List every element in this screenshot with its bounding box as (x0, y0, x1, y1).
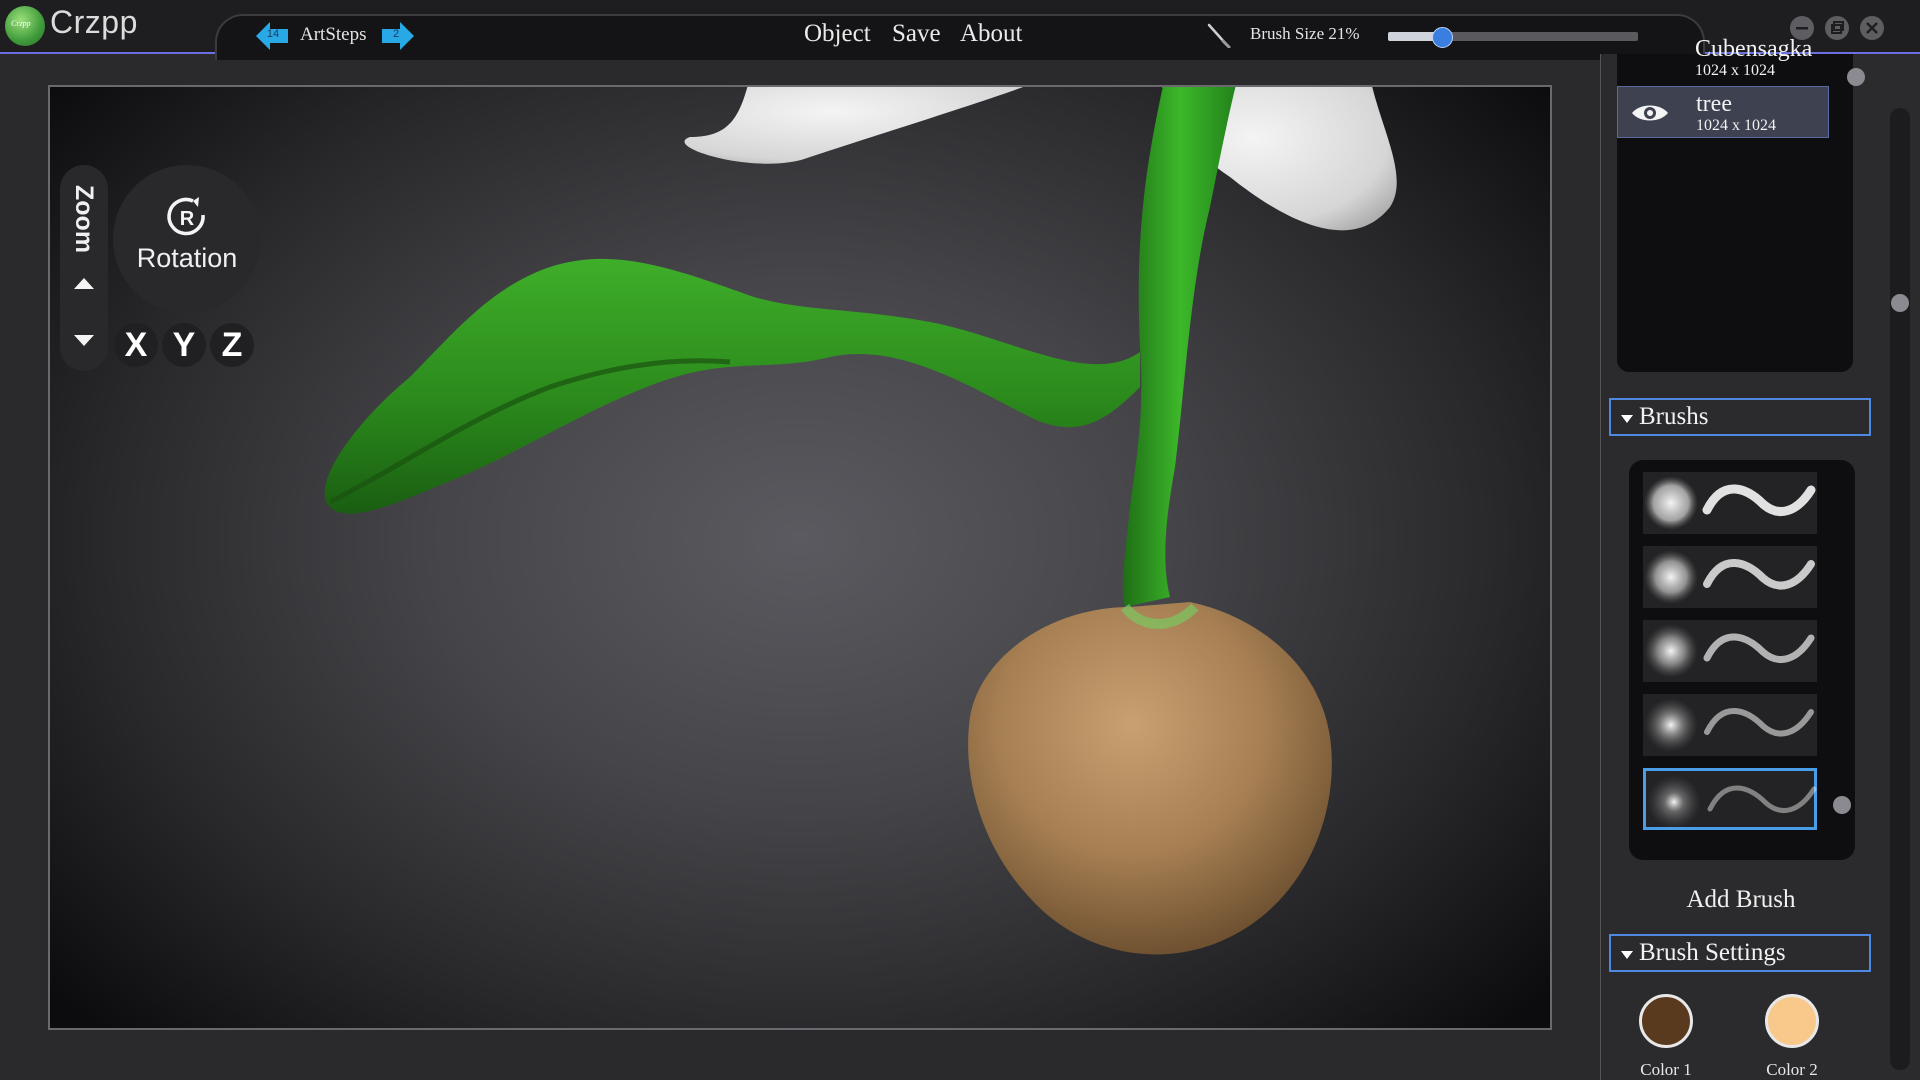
axis-x-button[interactable]: X (114, 323, 158, 367)
eye-icon[interactable] (1630, 101, 1670, 125)
3d-viewport[interactable]: Zoom R Rotation X Y Z (48, 85, 1552, 1030)
rotate-icon-letter: R (180, 208, 195, 230)
panel-scroll-thumb[interactable] (1891, 294, 1909, 312)
close-icon[interactable] (1860, 16, 1884, 40)
caret-down-icon (1621, 415, 1633, 423)
zoom-in-arrow-icon[interactable] (72, 275, 96, 293)
forward-arrow-icon[interactable]: 2 (382, 22, 414, 50)
menu-save[interactable]: Save (892, 20, 941, 48)
brush-settings-label: Brush Settings (1639, 939, 1786, 966)
brush-size-slider-thumb[interactable] (1431, 27, 1453, 48)
axis-y-button[interactable]: Y (162, 323, 206, 367)
rotation-button[interactable]: R Rotation (113, 165, 261, 313)
rotation-label: Rotation (136, 243, 238, 273)
caret-down-icon (1621, 951, 1633, 959)
brushes-section-label: Brushs (1639, 403, 1709, 430)
color-1-label: Color 1 (1640, 1060, 1692, 1079)
zoom-label: Zoom (70, 184, 98, 254)
layer-name: Cubensagka (1695, 36, 1813, 62)
panel-scrollbar[interactable] (1890, 108, 1910, 1070)
app-title: Crzpp (50, 4, 138, 40)
brush-size-slider[interactable] (1388, 27, 1638, 48)
brush-preset-1[interactable] (1643, 472, 1817, 534)
brush-size-label: Brush Size 21% (1250, 24, 1360, 43)
maximize-icon[interactable] (1825, 16, 1849, 40)
zoom-control: Zoom (60, 165, 108, 371)
layer-size: 1024 x 1024 (1696, 117, 1776, 134)
brush-list-scroll-thumb[interactable] (1833, 796, 1851, 814)
color-2-label: Color 2 (1766, 1060, 1818, 1079)
rotate-icon: R (167, 197, 205, 236)
right-panel: Cubensagka 1024 x 1024 tree 1024 x 1024 … (1600, 36, 1920, 1080)
back-arrow-icon[interactable]: 14 (256, 22, 288, 50)
layer-name: tree (1696, 91, 1732, 117)
zoom-out-arrow-icon[interactable] (72, 331, 96, 349)
brush-preset-4[interactable] (1643, 694, 1817, 756)
plant-model-render (324, 87, 1397, 955)
layers-scroll-thumb[interactable] (1847, 68, 1865, 86)
layer-item[interactable]: tree 1024 x 1024 (1617, 86, 1829, 138)
brush-preset-5[interactable] (1643, 768, 1817, 830)
brush-icon (1207, 23, 1231, 48)
brush-preset-2[interactable] (1643, 546, 1817, 608)
artsteps-label: ArtSteps (300, 24, 367, 45)
brush-settings-section-header[interactable]: Brush Settings (1609, 934, 1871, 972)
axis-z-button[interactable]: Z (210, 323, 254, 367)
menu-object[interactable]: Object (804, 20, 871, 48)
color-1-swatch[interactable] (1639, 994, 1693, 1048)
forward-count: 2 (392, 28, 400, 40)
color-2-swatch[interactable] (1765, 994, 1819, 1048)
layers-list[interactable]: Cubensagka 1024 x 1024 tree 1024 x 1024 (1617, 36, 1865, 372)
brush-preset-3[interactable] (1643, 620, 1817, 682)
app-logo-icon (5, 6, 45, 46)
brush-list[interactable] (1629, 460, 1855, 860)
add-brush-button[interactable]: Add Brush (1601, 886, 1881, 914)
menu-about[interactable]: About (960, 20, 1023, 48)
back-count: 14 (266, 28, 280, 40)
brushes-section-header[interactable]: Brushs (1609, 398, 1871, 436)
layer-size: 1024 x 1024 (1695, 62, 1775, 79)
